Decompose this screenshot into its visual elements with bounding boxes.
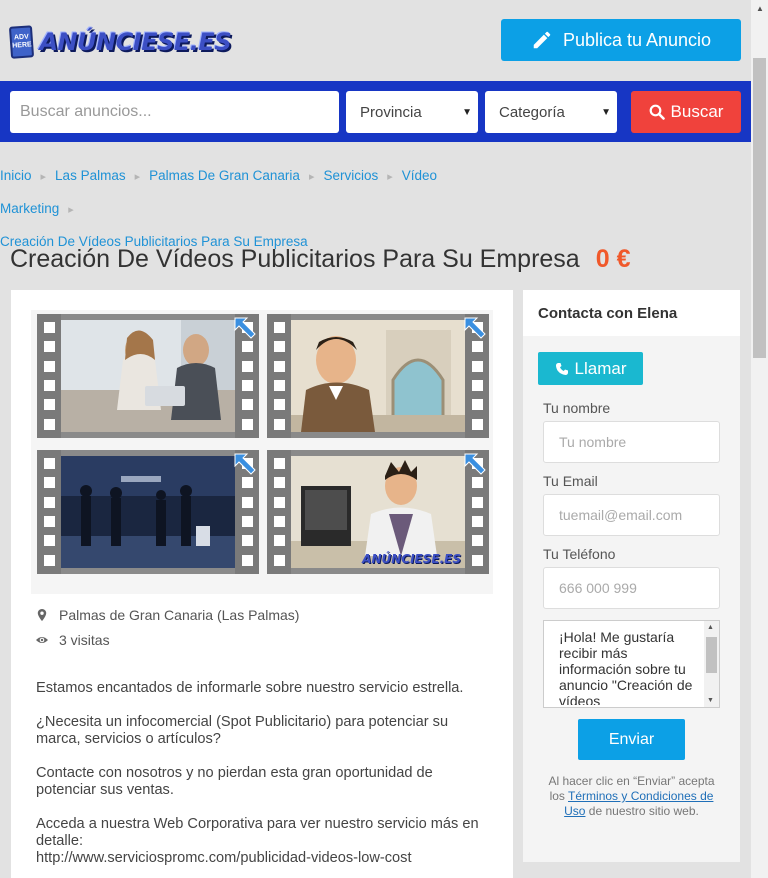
- breadcrumb-link[interactable]: Inicio: [0, 168, 32, 183]
- scrollbar-thumb[interactable]: [706, 637, 717, 673]
- description-paragraph: ¿Necesita un infocomercial (Spot Publici…: [36, 714, 449, 747]
- breadcrumb: Inicio ▸ Las Palmas ▸ Palmas De Gran Canaria…: [0, 160, 520, 258]
- email-label: Tu Email: [543, 473, 598, 489]
- email-field[interactable]: [543, 494, 720, 536]
- province-select[interactable]: Provincia ▼: [346, 91, 478, 133]
- description-paragraph: Estamos encantados de informarle sobre n…: [36, 680, 464, 696]
- ad-description: Estamos encantados de informarle sobre n…: [36, 680, 491, 867]
- ad-title-row: Creación De Vídeos Publicitarios Para Su…: [10, 245, 710, 274]
- textarea-scrollbar[interactable]: ▲ ▼: [704, 621, 719, 707]
- breadcrumb-link[interactable]: Palmas De Gran Canaria: [149, 168, 300, 183]
- gallery-image[interactable]: [267, 314, 489, 438]
- film-strip: [267, 314, 291, 438]
- page-title: Creación De Vídeos Publicitarios Para Su…: [10, 245, 580, 273]
- send-button[interactable]: Enviar: [578, 719, 685, 760]
- search-bar: Provincia ▼ Categoría ▼ Buscar: [0, 81, 751, 142]
- publish-ad-button[interactable]: Publica tu Anuncio: [501, 19, 741, 61]
- scene-film-crew: [61, 456, 235, 568]
- ad-visits-text: 3 visitas: [59, 632, 110, 648]
- film-strip: [37, 314, 61, 438]
- message-text: ¡Hola! Me gustaría recibir más informaci…: [559, 629, 693, 705]
- name-label: Tu nombre: [543, 400, 611, 416]
- chevron-right-icon: ▸: [40, 171, 47, 183]
- phone-label: Tu Teléfono: [543, 546, 616, 562]
- gallery-image[interactable]: ANÚNCIESE.ES: [267, 450, 489, 574]
- message-textarea[interactable]: ¡Hola! Me gustaría recibir más informaci…: [543, 620, 720, 708]
- image-gallery: ANÚNCIESE.ES: [31, 310, 493, 594]
- contact-heading: Contacta con Elena: [523, 290, 740, 336]
- call-button[interactable]: Llamar: [538, 352, 643, 385]
- film-strip: [37, 450, 61, 574]
- expand-icon[interactable]: [233, 452, 257, 476]
- chevron-right-icon: ▸: [134, 171, 141, 183]
- caret-down-icon: ▼: [462, 107, 472, 118]
- legal-notice: Al hacer clic en “Enviar” acepta los Tér…: [543, 774, 720, 819]
- description-paragraph: Contacte con nosotros y no pierdan esta …: [36, 765, 433, 798]
- expand-icon[interactable]: [463, 452, 487, 476]
- description-paragraph: Acceda a nuestra Web Corporativa para ve…: [36, 816, 479, 849]
- logo-badge-text: HERE: [12, 41, 32, 50]
- gallery-image[interactable]: [37, 450, 259, 574]
- gallery-image[interactable]: [37, 314, 259, 438]
- phone-field[interactable]: [543, 567, 720, 609]
- breadcrumb-link[interactable]: Servicios: [323, 168, 378, 183]
- scroll-down-icon[interactable]: ▼: [707, 697, 714, 704]
- phone-icon: [555, 362, 568, 375]
- scene-office: [61, 320, 235, 432]
- logo-badge: ADV HERE: [8, 25, 35, 59]
- category-select-label: Categoría: [499, 103, 565, 121]
- ad-price: 0 €: [595, 245, 631, 273]
- film-strip: [267, 450, 291, 574]
- watermark-logo: ANÚNCIESE.ES: [362, 552, 461, 566]
- chevron-right-icon: ▸: [387, 171, 393, 183]
- ad-location: Palmas de Gran Canaria (Las Palmas): [35, 607, 299, 623]
- chevron-right-icon: ▸: [308, 171, 315, 183]
- search-button-label: Buscar: [670, 102, 724, 121]
- call-button-label: Llamar: [574, 358, 627, 378]
- scrollbar-thumb[interactable]: [753, 58, 766, 358]
- site-header: ADV HERE ANÚNCIESE.ES Publica tu Anuncio: [0, 0, 751, 80]
- caret-down-icon: ▼: [601, 107, 611, 118]
- logo-text: ANÚNCIESE.ES: [39, 28, 232, 56]
- description-url: http://www.serviciospromc.com/publicidad…: [36, 850, 412, 866]
- pencil-icon: [533, 31, 551, 49]
- province-select-label: Provincia: [360, 103, 422, 121]
- publish-ad-label: Publica tu Anuncio: [562, 29, 712, 50]
- expand-icon[interactable]: [233, 316, 257, 340]
- search-icon: [649, 104, 665, 120]
- category-select[interactable]: Categoría ▼: [485, 91, 617, 133]
- ad-visits: 3 visitas: [35, 632, 110, 648]
- ad-detail-card: ANÚNCIESE.ES Palmas de Gran Canaria (Las…: [11, 290, 513, 878]
- scroll-up-icon[interactable]: ▲: [756, 4, 764, 13]
- scene-cartoon-man: [291, 320, 465, 432]
- expand-icon[interactable]: [463, 316, 487, 340]
- legal-text: de nuestro sitio web.: [585, 804, 699, 818]
- search-input[interactable]: [10, 91, 339, 133]
- breadcrumb-link[interactable]: Las Palmas: [55, 168, 126, 183]
- site-logo[interactable]: ADV HERE ANÚNCIESE.ES: [8, 22, 232, 62]
- page-scrollbar[interactable]: ▲: [751, 0, 768, 878]
- search-button[interactable]: Buscar: [631, 91, 741, 133]
- name-field[interactable]: [543, 421, 720, 463]
- scroll-up-icon[interactable]: ▲: [707, 624, 714, 631]
- contact-card: Contacta con Elena Llamar Tu nombre Tu E…: [523, 290, 740, 862]
- map-marker-icon: [37, 609, 47, 621]
- ad-location-text: Palmas de Gran Canaria (Las Palmas): [59, 607, 300, 623]
- eye-icon: [36, 637, 48, 643]
- chevron-right-icon: ▸: [68, 204, 74, 216]
